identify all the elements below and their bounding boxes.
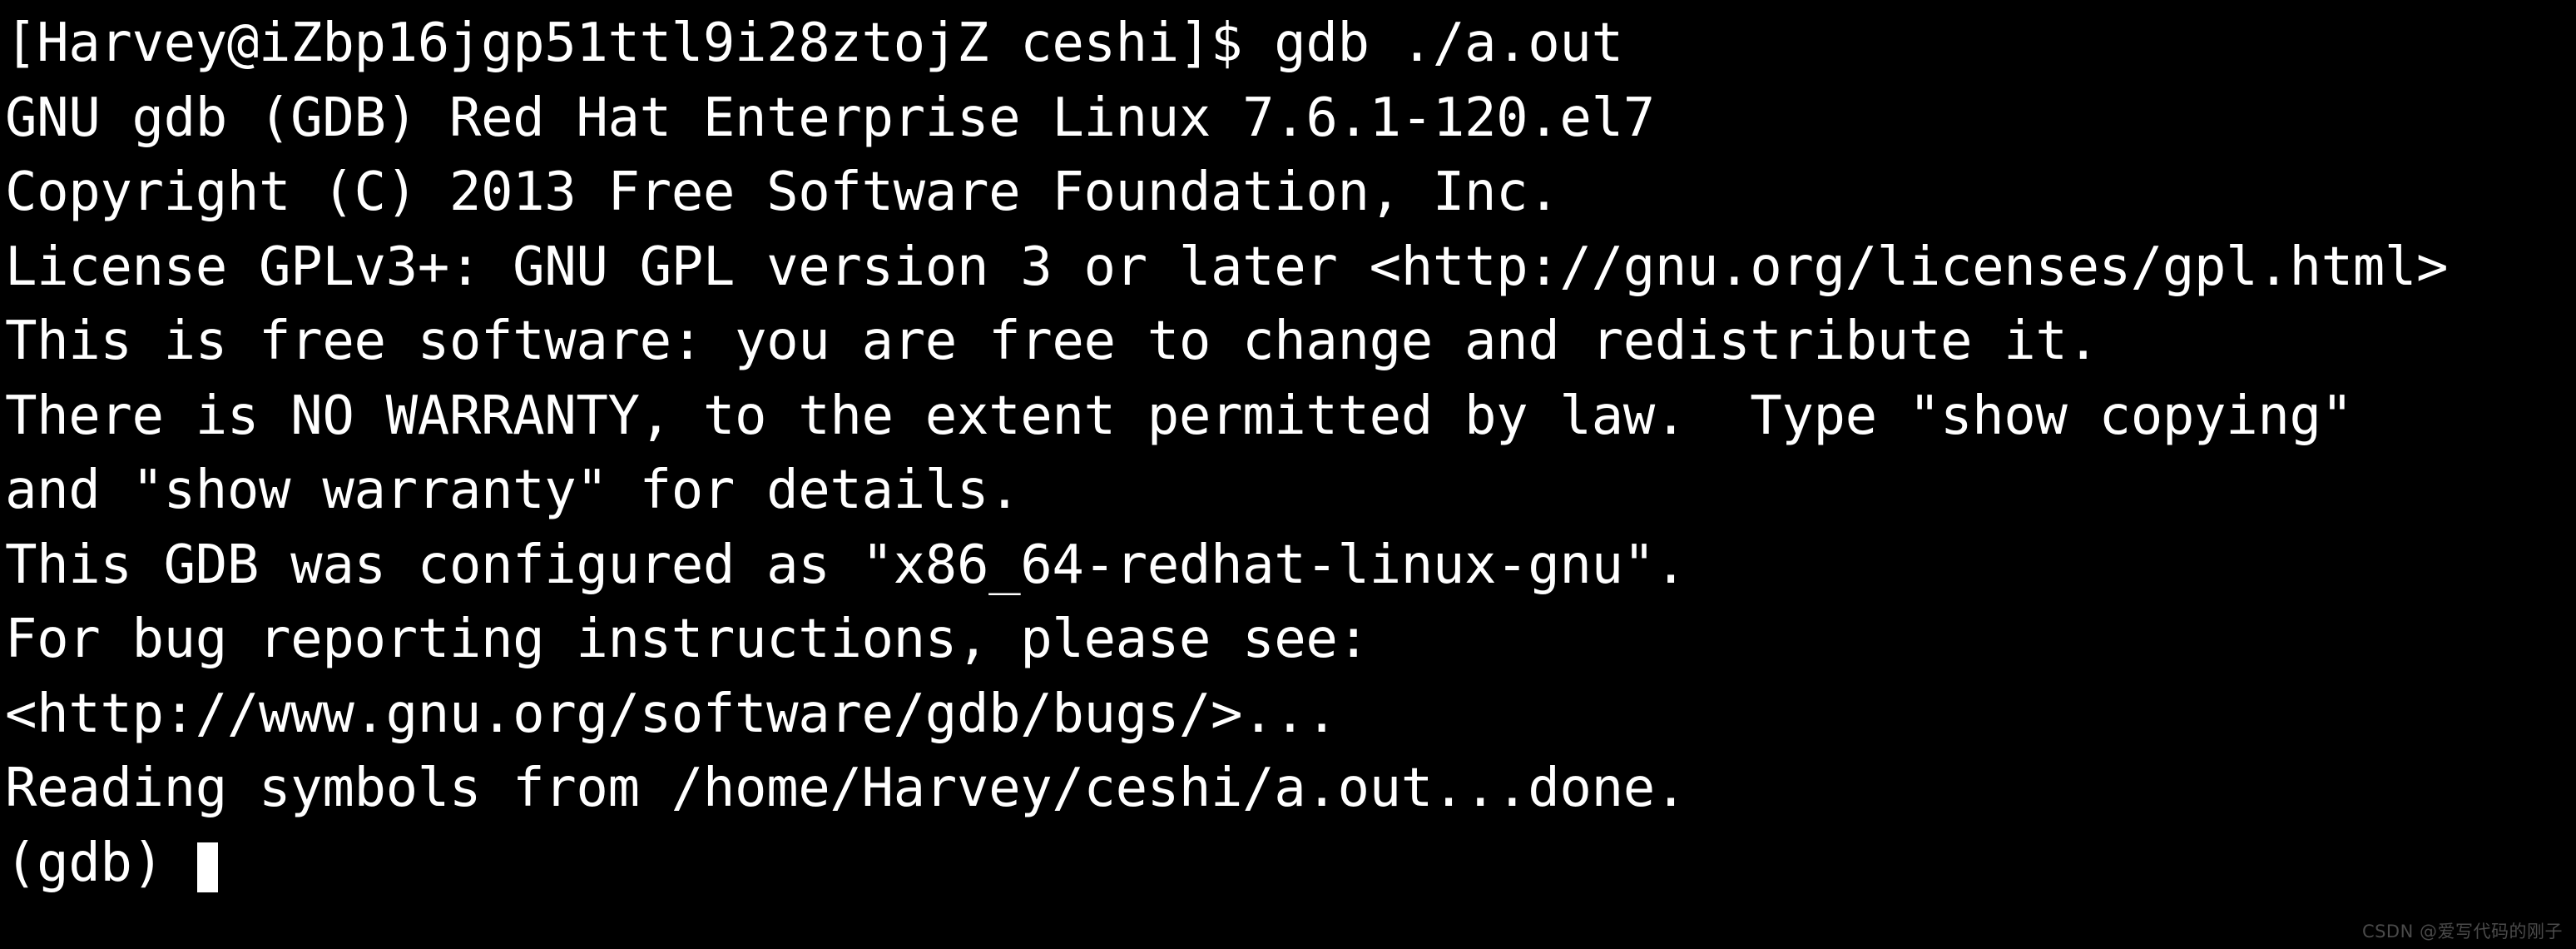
csdn-watermark: CSDN @爱写代码的刚子 bbox=[2361, 922, 2563, 942]
gdb-prompt-label: (gdb) bbox=[5, 832, 196, 894]
terminal-line-license: License GPLv3+: GNU GPL version 3 or lat… bbox=[5, 236, 2449, 298]
terminal-line-command-prompt: [Harvey@iZbp16jgp51ttl9i28ztojZ ceshi]$ … bbox=[5, 12, 1623, 74]
terminal-line-bug-reporting: For bug reporting instructions, please s… bbox=[5, 609, 1370, 670]
terminal-line-bug-url: <http://www.gnu.org/software/gdb/bugs/>.… bbox=[5, 683, 1338, 745]
terminal-line-configured-target: This GDB was configured as "x86_64-redha… bbox=[5, 534, 1687, 596]
terminal-line-free-software: This is free software: you are free to c… bbox=[5, 311, 2099, 372]
terminal-line-no-warranty: There is NO WARRANTY, to the extent perm… bbox=[5, 385, 2353, 447]
terminal-line-reading-symbols: Reading symbols from /home/Harvey/ceshi/… bbox=[5, 758, 1687, 819]
gdb-prompt-line[interactable]: (gdb) bbox=[5, 827, 2576, 902]
text-cursor bbox=[196, 842, 218, 893]
terminal-line-gdb-version: GNU gdb (GDB) Red Hat Enterprise Linux 7… bbox=[5, 87, 1655, 149]
terminal-window[interactable]: [Harvey@iZbp16jgp51ttl9i28ztojZ ceshi]$ … bbox=[0, 0, 2576, 949]
terminal-output: [Harvey@iZbp16jgp51ttl9i28ztojZ ceshi]$ … bbox=[5, 7, 2576, 827]
terminal-line-show-warranty: and "show warranty" for details. bbox=[5, 460, 1021, 521]
terminal-line-copyright: Copyright (C) 2013 Free Software Foundat… bbox=[5, 161, 1560, 223]
